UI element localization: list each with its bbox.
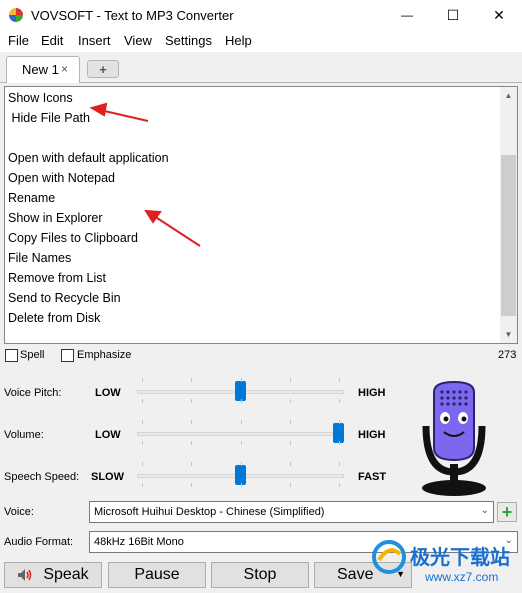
slider-tick <box>289 441 291 445</box>
chevron-down-icon: ⌄ <box>480 505 489 516</box>
slider-tick <box>240 441 242 445</box>
slider-tick <box>191 378 193 382</box>
slider-tick <box>240 378 242 382</box>
speech-speed-label: Speech Speed: <box>4 471 80 483</box>
slider-tick <box>191 483 193 487</box>
speed-fast-label: FAST <box>358 471 387 483</box>
pause-button[interactable]: Pause <box>108 562 206 588</box>
slider-tick <box>289 399 291 403</box>
slider-tick <box>339 378 340 382</box>
audio-format-label: Audio Format: <box>4 536 74 548</box>
annotation-arrow-1 <box>99 109 149 122</box>
plus-icon: + <box>501 502 513 522</box>
watermark-brand: 极光下载站 <box>410 547 510 569</box>
slider-tick <box>142 378 143 382</box>
slider-tick <box>339 441 340 445</box>
volume-slider[interactable] <box>137 432 344 436</box>
slider-tick <box>142 462 143 466</box>
spell-label: Spell <box>20 349 45 361</box>
slider-tick <box>289 483 291 487</box>
slider-tick <box>191 462 193 466</box>
volume-high-label: HIGH <box>358 429 386 441</box>
speech-speed-thumb[interactable] <box>235 465 246 485</box>
volume-low-label: LOW <box>95 429 121 441</box>
save-label: Save <box>337 566 374 583</box>
slider-tick <box>191 441 193 445</box>
slider-tick <box>142 399 143 403</box>
speaker-icon <box>18 569 32 581</box>
volume-label: Volume: <box>4 429 44 441</box>
annotation-arrowhead-2 <box>144 209 162 224</box>
watermark-url: www.xz7.com <box>425 570 499 584</box>
stop-label: Stop <box>243 566 277 583</box>
watermark-logo-icon <box>372 540 406 574</box>
speed-slow-label: SLOW <box>91 471 124 483</box>
pitch-low-label: LOW <box>95 387 121 399</box>
slider-tick <box>339 462 340 466</box>
audio-format-selected-value: 48kHz 16Bit Mono <box>94 536 184 548</box>
slider-tick <box>240 483 242 487</box>
voice-pitch-label: Voice Pitch: <box>4 387 62 399</box>
volume-thumb[interactable] <box>333 423 344 443</box>
watermark: 极光下载站 www.xz7.com <box>370 538 522 593</box>
slider-tick <box>240 420 242 424</box>
emphasize-label: Emphasize <box>77 349 132 361</box>
microphone-mascot-icon <box>422 380 486 496</box>
slider-tick <box>289 420 291 424</box>
speak-label: Speak <box>43 566 89 583</box>
slider-tick <box>339 420 340 424</box>
slider-tick <box>339 399 340 403</box>
emphasize-checkbox[interactable] <box>61 349 74 362</box>
slider-tick <box>240 399 242 403</box>
slider-tick <box>339 483 340 487</box>
annotation-arrowhead-1 <box>89 102 108 117</box>
character-count: 273 <box>498 349 517 361</box>
slider-tick <box>289 378 291 382</box>
slider-tick <box>191 399 193 403</box>
stop-button[interactable]: Stop <box>211 562 309 588</box>
voice-pitch-thumb[interactable] <box>235 381 246 401</box>
slider-tick <box>142 483 143 487</box>
pitch-high-label: HIGH <box>358 387 386 399</box>
slider-tick <box>142 420 143 424</box>
voice-label: Voice: <box>4 506 34 518</box>
slider-tick <box>289 462 291 466</box>
spell-checkbox[interactable] <box>5 349 18 362</box>
speak-button[interactable]: Speak <box>4 562 102 588</box>
slider-tick <box>142 441 143 445</box>
voice-selected-value: Microsoft Huihui Desktop - Chinese (Simp… <box>94 506 325 518</box>
slider-tick <box>191 420 193 424</box>
pause-label: Pause <box>134 566 180 583</box>
voice-select[interactable]: Microsoft Huihui Desktop - Chinese (Simp… <box>89 501 494 523</box>
add-voice-button[interactable]: + <box>497 502 517 522</box>
annotation-arrow-2 <box>153 215 201 247</box>
slider-tick <box>240 462 242 466</box>
